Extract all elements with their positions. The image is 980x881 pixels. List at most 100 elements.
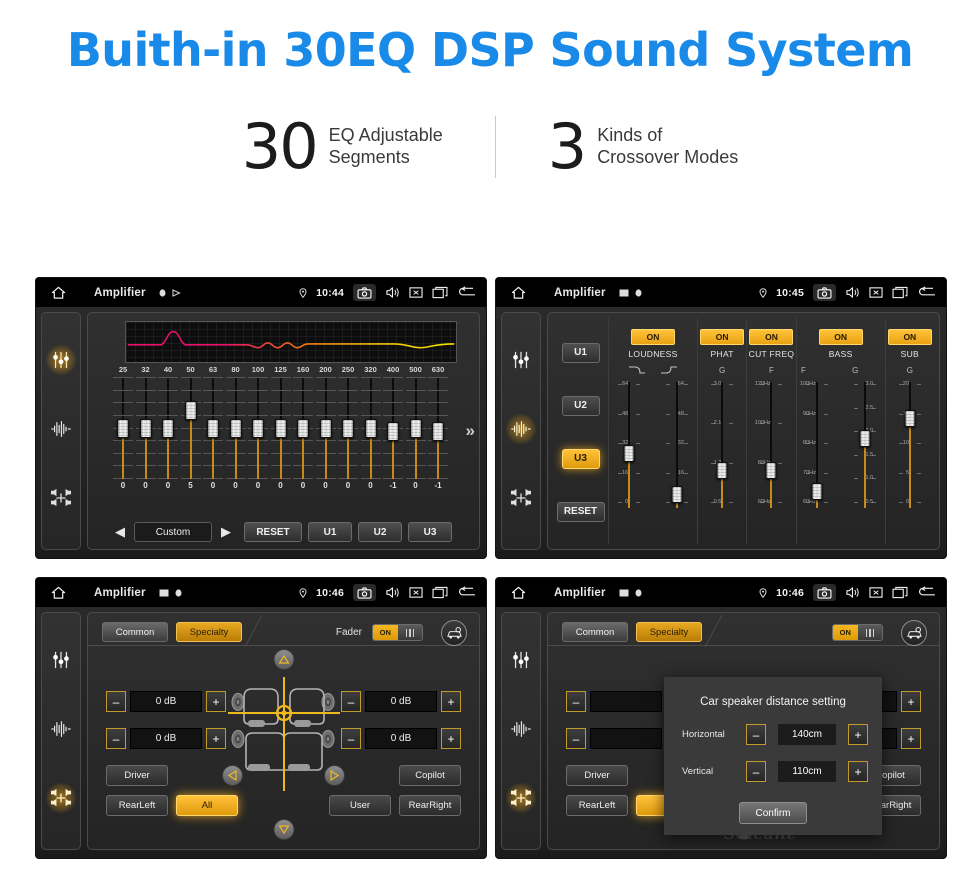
nav-down-button[interactable] — [273, 819, 294, 840]
volume-icon[interactable] — [845, 586, 860, 599]
car-settings-icon[interactable] — [901, 620, 927, 646]
sidebar-item-balance[interactable] — [506, 483, 536, 513]
eq-slider-thumb[interactable] — [252, 418, 264, 438]
user-preset-u1-button[interactable]: U1 — [308, 522, 352, 542]
level-decrement-button[interactable]: – — [341, 728, 361, 749]
eq-slider-thumb[interactable] — [342, 418, 354, 438]
sidebar-item-equalizer[interactable] — [506, 345, 536, 375]
home-icon[interactable] — [45, 286, 71, 300]
crossover-slider[interactable]: 3.02.11.30.5 — [702, 380, 742, 510]
eq-more-chevron-icon[interactable]: » — [466, 421, 475, 441]
level-increment-button[interactable]: + — [901, 728, 921, 749]
seat-button-rearright[interactable]: RearRight — [399, 795, 461, 816]
reset-button[interactable]: RESET — [244, 522, 302, 542]
user-preset-u2-button[interactable]: U2 — [358, 522, 402, 542]
horizontal-decrement-button[interactable]: – — [746, 724, 766, 745]
eq-slider[interactable] — [427, 377, 449, 479]
eq-slider[interactable] — [112, 377, 134, 479]
crossover-slider-thumb[interactable] — [716, 461, 728, 479]
recents-icon[interactable] — [892, 586, 908, 599]
crossover-slider[interactable]: 20151050 — [890, 380, 930, 510]
reset-button[interactable]: RESET — [556, 501, 605, 522]
sidebar-item-balance[interactable] — [46, 483, 76, 513]
eq-slider[interactable] — [337, 377, 359, 479]
eq-slider-thumb[interactable] — [117, 418, 129, 438]
sidebar-item-balance[interactable] — [506, 783, 536, 814]
close-x-icon[interactable] — [869, 586, 883, 599]
crossover-on-button[interactable]: ON — [700, 329, 745, 345]
eq-slider[interactable] — [135, 377, 157, 479]
nav-right-button[interactable] — [324, 765, 345, 786]
sidebar-item-equalizer[interactable] — [46, 645, 76, 675]
crossover-slider-thumb[interactable] — [671, 485, 683, 503]
close-x-icon[interactable] — [409, 286, 423, 299]
recents-icon[interactable] — [432, 286, 448, 299]
sidebar-item-waveform[interactable] — [46, 714, 76, 744]
camera-icon[interactable] — [813, 584, 836, 601]
eq-slider[interactable] — [270, 377, 292, 479]
seat-button-user[interactable]: User — [329, 795, 391, 816]
back-icon[interactable] — [457, 586, 477, 599]
eq-slider-thumb[interactable] — [409, 418, 422, 438]
eq-slider[interactable] — [247, 377, 269, 479]
seat-button-all[interactable]: All — [176, 795, 238, 816]
tab-specialty[interactable]: Specialty — [176, 622, 242, 642]
sidebar-item-equalizer[interactable] — [506, 645, 536, 675]
eq-slider-thumb[interactable] — [139, 418, 152, 438]
nav-left-button[interactable] — [222, 765, 243, 786]
vertical-decrement-button[interactable]: – — [746, 761, 766, 782]
horizontal-increment-button[interactable]: + — [848, 724, 868, 745]
sidebar-item-waveform[interactable] — [506, 413, 536, 444]
level-decrement-button[interactable]: – — [566, 728, 586, 749]
recents-icon[interactable] — [432, 586, 448, 599]
level-increment-button[interactable]: + — [441, 691, 461, 712]
level-decrement-button[interactable]: – — [106, 691, 126, 712]
eq-slider-thumb[interactable] — [364, 418, 377, 438]
confirm-button[interactable]: Confirm — [739, 802, 807, 824]
sidebar-item-balance[interactable] — [46, 783, 76, 814]
volume-icon[interactable] — [845, 286, 860, 299]
eq-slider-thumb[interactable] — [162, 418, 174, 438]
home-icon[interactable] — [45, 586, 71, 600]
eq-slider-thumb[interactable] — [297, 418, 309, 438]
preset-u1-button[interactable]: U1 — [561, 342, 600, 363]
fader-toggle[interactable]: ON — [372, 624, 423, 641]
camera-icon[interactable] — [353, 584, 376, 601]
camera-icon[interactable] — [813, 284, 836, 301]
eq-slider[interactable] — [382, 377, 404, 479]
eq-slider[interactable] — [405, 377, 427, 479]
tab-common[interactable]: Common — [562, 622, 628, 642]
nav-up-button[interactable] — [273, 649, 294, 670]
crossover-slider-thumb[interactable] — [811, 483, 823, 501]
eq-slider[interactable] — [292, 377, 314, 479]
seat-button-driver[interactable]: Driver — [566, 765, 628, 786]
tab-specialty[interactable]: Specialty — [636, 622, 702, 642]
car-settings-icon[interactable] — [441, 620, 467, 646]
preset-name-display[interactable]: Custom — [134, 522, 212, 542]
level-increment-button[interactable]: + — [901, 691, 921, 712]
level-decrement-button[interactable]: – — [341, 691, 361, 712]
seat-button-rearleft[interactable]: RearLeft — [106, 795, 168, 816]
level-increment-button[interactable]: + — [206, 691, 226, 712]
volume-icon[interactable] — [385, 286, 400, 299]
crossover-slider[interactable]: 120Hz 100Hz 80Hz 60Hz — [751, 380, 791, 510]
crossover-slider-thumb[interactable] — [623, 445, 635, 463]
eq-slider[interactable] — [315, 377, 337, 479]
crossover-slider[interactable]: 644832160 — [657, 380, 697, 510]
preset-u3-button[interactable]: U3 — [561, 448, 600, 469]
eq-slider[interactable] — [180, 377, 202, 479]
crossover-on-button[interactable]: ON — [818, 329, 863, 345]
eq-slider-thumb[interactable] — [184, 401, 197, 421]
crossover-slider-thumb[interactable] — [904, 410, 916, 428]
eq-slider-thumb[interactable] — [229, 418, 242, 438]
crossover-on-button[interactable]: ON — [631, 329, 675, 345]
eq-slider-thumb[interactable] — [207, 418, 219, 438]
back-icon[interactable] — [917, 286, 937, 299]
eq-slider-thumb[interactable] — [274, 418, 287, 438]
camera-icon[interactable] — [353, 284, 376, 301]
eq-slider[interactable] — [202, 377, 224, 479]
recents-icon[interactable] — [892, 286, 908, 299]
eq-slider-thumb[interactable] — [387, 421, 399, 441]
sidebar-item-waveform[interactable] — [46, 414, 76, 444]
home-icon[interactable] — [505, 286, 531, 300]
